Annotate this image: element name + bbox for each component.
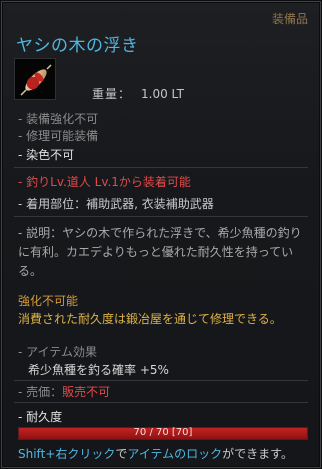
item-tooltip: 装備品 ヤシの木の浮き 重量： 1.00 LT - 装備強化不可 - 修理可能装備… bbox=[1, 1, 321, 468]
item-name: ヤシの木の浮き bbox=[16, 36, 139, 56]
fishing-float-icon bbox=[20, 64, 52, 96]
weight-value: 1.00 LT bbox=[141, 87, 184, 101]
property-dye: - 染色不可 bbox=[18, 148, 75, 162]
enhance-title: 強化不可能 bbox=[18, 294, 79, 308]
divider bbox=[14, 167, 308, 168]
divider bbox=[14, 380, 308, 381]
weight-label: 重量： bbox=[92, 87, 132, 101]
item-weight: 重量： 1.00 LT bbox=[92, 85, 184, 102]
item-icon-slot bbox=[14, 58, 56, 100]
enhance-note: 消費された耐久度は鍛冶屋を通じて修理できる。 bbox=[18, 312, 282, 326]
item-price: - 売価：販売不可 bbox=[18, 385, 110, 400]
divider bbox=[14, 216, 308, 217]
item-description: - 説明：ヤシの木で作られた浮きで、希少魚種の釣りに有利。カエデよりもっと優れた… bbox=[18, 226, 302, 278]
price-label: - 売価： bbox=[18, 385, 63, 399]
property-enhance: - 装備強化不可 bbox=[18, 112, 99, 126]
property-repair: - 修理可能装備 bbox=[18, 129, 99, 143]
hint-lock: アイテムのロック bbox=[127, 447, 223, 461]
lock-hint: Shift+右クリックでアイテムのロックができます。 bbox=[18, 445, 293, 462]
price-value: 販売不可 bbox=[62, 385, 111, 399]
durability-bar: 70 / 70 [70] bbox=[18, 427, 308, 440]
equip-requirement: - 釣りLv.道人 Lv.1から装着可能 bbox=[18, 175, 191, 189]
item-category: 装備品 bbox=[271, 12, 308, 26]
effects-title: - アイテム効果 bbox=[18, 345, 97, 359]
hint-text-2: ができます。 bbox=[222, 447, 293, 461]
equip-slot: - 着用部位：補助武器, 衣装補助武器 bbox=[18, 197, 214, 211]
durability-label: - 耐久度 bbox=[18, 410, 63, 424]
divider bbox=[14, 402, 308, 403]
hint-shortcut: Shift+右クリック bbox=[18, 447, 116, 461]
effect-line: 希少魚種を釣る確率 +5% bbox=[28, 363, 169, 377]
hint-text-1: で bbox=[115, 447, 128, 461]
durability-text: 70 / 70 [70] bbox=[133, 427, 193, 438]
